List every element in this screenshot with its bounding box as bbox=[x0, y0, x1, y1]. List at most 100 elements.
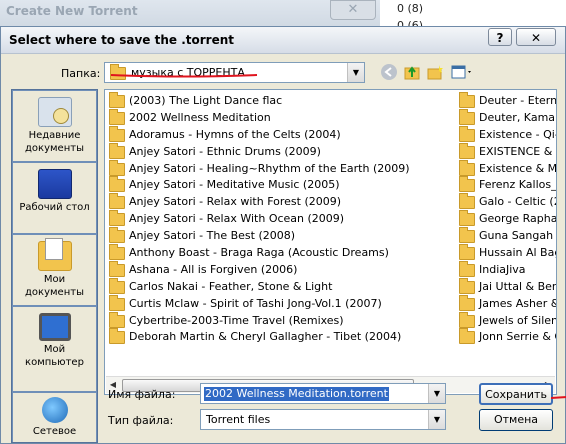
list-item[interactable]: Hussain Al Baga bbox=[459, 243, 556, 262]
chevron-down-icon[interactable]: ▼ bbox=[428, 384, 445, 403]
my-computer-icon bbox=[38, 313, 71, 341]
folder-icon bbox=[459, 193, 475, 210]
folder-icon bbox=[459, 176, 475, 193]
list-item[interactable]: Ferenz Kallos_M bbox=[459, 176, 556, 194]
folder-icon bbox=[109, 108, 125, 125]
list-item[interactable]: Cybertribe-2003-Time Travel (Remixes) bbox=[109, 311, 454, 330]
list-item[interactable]: Jai Uttal & Ben L bbox=[459, 277, 556, 296]
folder-icon bbox=[459, 243, 475, 260]
file-column-2: Deuter - Eternit Deuter, Kamal & Existen… bbox=[459, 91, 556, 346]
filename-value[interactable]: 2002 Wellness Meditation.torrent bbox=[204, 387, 389, 401]
background-window-title: Create New Torrent bbox=[6, 4, 138, 18]
chevron-down-icon[interactable]: ▼ bbox=[428, 410, 445, 429]
close-button[interactable]: ✕ bbox=[516, 28, 556, 46]
dialog-title: Select where to save the .torrent bbox=[9, 33, 234, 47]
folder-icon bbox=[459, 277, 475, 294]
folder-icon bbox=[109, 159, 125, 176]
place-label: Мой компьютер bbox=[25, 344, 84, 368]
folder-icon bbox=[459, 91, 475, 108]
network-icon bbox=[41, 397, 68, 423]
folder-icon bbox=[459, 210, 475, 227]
folder-label: Папка: bbox=[61, 67, 101, 80]
recent-docs-icon bbox=[37, 97, 72, 127]
list-item[interactable]: Anjey Satori - Relax With Ocean (2009) bbox=[109, 210, 454, 228]
list-item[interactable]: Anjey Satori - Relax with Forest (2009) bbox=[109, 193, 454, 211]
up-folder-icon[interactable] bbox=[402, 62, 422, 82]
folder-icon bbox=[109, 176, 125, 193]
folder-icon bbox=[109, 328, 125, 345]
folder-icon bbox=[109, 260, 125, 277]
new-folder-icon[interactable] bbox=[425, 62, 445, 82]
back-icon[interactable] bbox=[379, 62, 399, 82]
folder-icon bbox=[109, 91, 125, 108]
place-my-computer[interactable]: Мой компьютер bbox=[13, 307, 96, 391]
list-item[interactable]: Deuter, Kamal & bbox=[459, 108, 556, 127]
filetype-label: Тип файла: bbox=[108, 414, 174, 427]
filename-label: Имя файла: bbox=[108, 388, 176, 401]
background-close-button[interactable]: ✕ bbox=[330, 0, 376, 20]
folder-icon bbox=[109, 125, 125, 142]
red-annotation-line bbox=[551, 396, 566, 399]
list-item[interactable]: Curtis Mclaw - Spirit of Tashi Jong-Vol.… bbox=[109, 294, 454, 313]
list-item[interactable]: James Asher & A bbox=[459, 294, 556, 313]
folder-icon bbox=[459, 125, 475, 142]
folder-icon bbox=[459, 142, 475, 159]
list-item[interactable]: Guna Sangah - I bbox=[459, 227, 556, 245]
dialog-titlebar: Select where to save the .torrent ? ✕ bbox=[1, 27, 565, 54]
list-item[interactable]: Deuter - Eternit bbox=[459, 91, 556, 110]
list-item[interactable]: 2002 Wellness Meditation bbox=[109, 108, 454, 127]
folder-icon bbox=[459, 328, 475, 345]
list-item[interactable]: Carlos Nakai - Feather, Stone & Light bbox=[109, 277, 454, 296]
folder-icon bbox=[109, 227, 125, 244]
list-item[interactable]: Existence - Qi-C bbox=[459, 125, 556, 144]
folder-icon bbox=[109, 294, 125, 311]
folder-icon bbox=[459, 294, 475, 311]
folder-icon bbox=[459, 227, 475, 244]
filetype-select[interactable]: Torrent files ▼ bbox=[200, 409, 446, 430]
list-item[interactable]: George Raphae bbox=[459, 210, 556, 228]
list-item[interactable]: Jewels of Silenc bbox=[459, 311, 556, 330]
cancel-button[interactable]: Отмена bbox=[479, 409, 553, 431]
list-item[interactable]: Adoramus - Hymns of the Celts (2004) bbox=[109, 125, 454, 144]
list-item[interactable]: Existence & Mar bbox=[459, 159, 556, 178]
list-item[interactable]: Galo - Celtic (20 bbox=[459, 193, 556, 211]
folder-icon bbox=[109, 210, 125, 227]
list-item[interactable]: (2003) The Light Dance flac bbox=[109, 91, 454, 110]
place-label: Мои документы bbox=[25, 274, 84, 298]
filename-field[interactable]: 2002 Wellness Meditation.torrent ▼ bbox=[200, 383, 446, 404]
folder-icon bbox=[459, 311, 475, 328]
place-label: Сетевое bbox=[32, 426, 77, 437]
count-text: 0 (8) bbox=[397, 2, 424, 15]
file-list[interactable]: (2003) The Light Dance flac 2002 Wellnes… bbox=[104, 89, 557, 395]
place-network[interactable]: Сетевое bbox=[13, 393, 96, 442]
save-dialog: Select where to save the .torrent ? ✕ Па… bbox=[0, 26, 566, 444]
place-my-documents[interactable]: Мои документы bbox=[13, 235, 96, 305]
list-item[interactable]: Ashana - All is Forgiven (2006) bbox=[109, 260, 454, 279]
folder-icon bbox=[109, 193, 125, 210]
place-label: Недавние документы bbox=[25, 130, 84, 154]
list-item[interactable]: EXISTENCE & M bbox=[459, 142, 556, 161]
file-column-1: (2003) The Light Dance flac 2002 Wellnes… bbox=[109, 91, 454, 346]
list-item[interactable]: Anjey Satori - Healing~Rhythm of the Ear… bbox=[109, 159, 454, 178]
place-desktop[interactable]: Рабочий стол bbox=[13, 163, 96, 233]
folder-icon bbox=[459, 159, 475, 176]
place-recent-documents[interactable]: Недавние документы bbox=[13, 91, 96, 161]
list-item[interactable]: Deborah Martin & Cheryl Gallagher - Tibe… bbox=[109, 328, 454, 346]
list-item[interactable]: Anjey Satori - The Best (2008) bbox=[109, 227, 454, 245]
filetype-value: Torrent files bbox=[206, 413, 271, 426]
folder-icon bbox=[109, 142, 125, 159]
list-item[interactable]: Jonn Serrie & G bbox=[459, 328, 556, 346]
list-item[interactable]: IndiaJiva bbox=[459, 260, 556, 279]
list-item[interactable]: Anjey Satori - Meditative Music (2005) bbox=[109, 176, 454, 194]
desktop-icon bbox=[37, 169, 72, 199]
folder-icon bbox=[109, 277, 125, 294]
save-button[interactable]: Сохранить bbox=[479, 383, 553, 405]
my-documents-icon bbox=[37, 238, 72, 271]
chevron-down-icon[interactable]: ▼ bbox=[347, 63, 364, 82]
list-item[interactable]: Anjey Satori - Ethnic Drums (2009) bbox=[109, 142, 454, 161]
views-menu-icon[interactable] bbox=[449, 62, 475, 82]
place-label: Рабочий стол bbox=[19, 202, 90, 213]
help-button[interactable]: ? bbox=[488, 28, 512, 46]
folder-icon bbox=[109, 311, 125, 328]
list-item[interactable]: Anthony Boast - Braga Raga (Acoustic Dre… bbox=[109, 243, 454, 262]
